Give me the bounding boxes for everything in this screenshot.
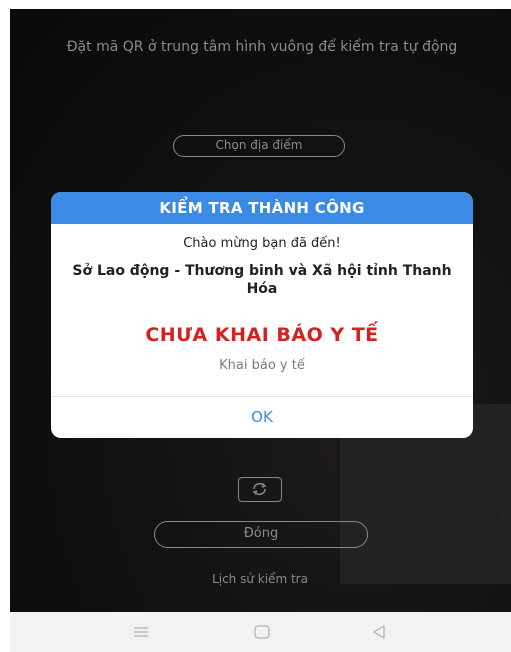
back-icon[interactable] xyxy=(369,622,389,642)
choose-location-button[interactable]: Chọn địa điểm xyxy=(173,135,345,157)
menu-icon[interactable] xyxy=(131,622,151,642)
welcome-message: Chào mừng bạn đã đến! xyxy=(183,236,341,251)
organization-name: Sở Lao động - Thương binh và Xã hội tỉnh… xyxy=(72,263,452,297)
home-icon[interactable] xyxy=(252,622,272,642)
close-button[interactable]: Đóng xyxy=(154,521,368,548)
scan-instruction: Đặt mã QR ở trung tâm hình vuông để kiểm… xyxy=(66,39,458,55)
switch-camera-button[interactable] xyxy=(238,477,282,502)
system-navigation-bar xyxy=(10,612,511,652)
ok-button[interactable]: OK xyxy=(51,397,473,438)
check-history-link[interactable]: Lịch sử kiểm tra xyxy=(160,572,360,586)
success-dialog: KIỂM TRA THÀNH CÔNG Chào mừng bạn đã đến… xyxy=(51,192,473,438)
dialog-title: KIỂM TRA THÀNH CÔNG xyxy=(51,192,473,224)
status-bar xyxy=(0,0,511,9)
health-declaration-link[interactable]: Khai báo y tế xyxy=(51,358,473,373)
health-status-text: CHƯA KHAI BÁO Y TẾ xyxy=(145,324,379,346)
camera-switch-icon xyxy=(252,482,267,496)
